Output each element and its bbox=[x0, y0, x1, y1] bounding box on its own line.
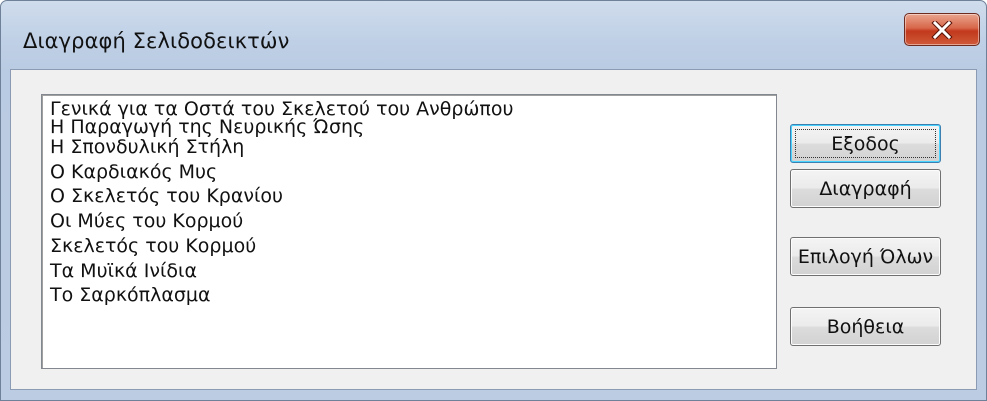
exit-button-label: Εξοδος bbox=[831, 132, 900, 155]
dialog-client-area: Γενικά για τα Οστά του Σκελετού του Ανθρ… bbox=[10, 69, 977, 390]
bookmarks-listbox[interactable]: Γενικά για τα Οστά του Σκελετού του Ανθρ… bbox=[41, 94, 777, 369]
window-title: Διαγραφή Σελιδοδεικτών bbox=[23, 29, 290, 53]
delete-bookmarks-dialog: Διαγραφή Σελιδοδεικτών Γενικά για τα Οστ… bbox=[0, 0, 987, 401]
help-button-label: Βοήθεια bbox=[826, 315, 905, 338]
list-item[interactable]: Ο Καρδιακός Μυς bbox=[50, 160, 217, 185]
select-all-button-label: Επιλογή Όλων bbox=[797, 245, 934, 268]
select-all-button[interactable]: Επιλογή Όλων bbox=[790, 237, 941, 276]
list-item[interactable]: Οι Μύες του Κορμού bbox=[50, 209, 243, 234]
close-button[interactable] bbox=[904, 13, 980, 46]
delete-button[interactable]: Διαγραφή bbox=[790, 169, 941, 208]
help-button[interactable]: Βοήθεια bbox=[790, 307, 941, 346]
list-item[interactable]: Η Σπονδυλική Στήλη bbox=[50, 135, 244, 160]
list-item[interactable]: Τα Μυϊκά Ινίδια bbox=[50, 259, 197, 284]
delete-button-label: Διαγραφή bbox=[819, 177, 912, 200]
list-item[interactable]: Ο Σκελετός του Κρανίου bbox=[50, 184, 283, 209]
close-x-icon bbox=[931, 20, 953, 39]
list-item[interactable]: Σκελετός του Κορμού bbox=[50, 234, 256, 259]
title-bar[interactable]: Διαγραφή Σελιδοδεικτών bbox=[1, 1, 986, 69]
list-item[interactable]: Το Σαρκόπλασμα bbox=[50, 283, 211, 308]
exit-button[interactable]: Εξοδος bbox=[790, 124, 941, 163]
